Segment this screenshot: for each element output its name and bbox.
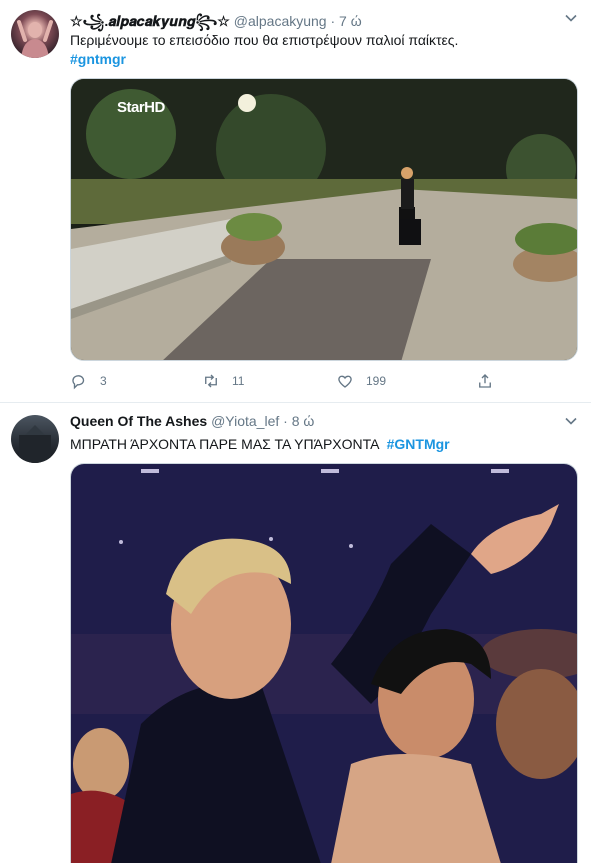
share-icon: [479, 374, 491, 388]
separator-dot: ·: [330, 13, 336, 29]
share-button[interactable]: [476, 372, 494, 390]
reply-count: 3: [100, 374, 107, 388]
media-watermark: StarHD: [117, 99, 165, 116]
like-count: 199: [366, 374, 387, 388]
tweet-media-image[interactable]: StarHD: [70, 78, 578, 361]
reply-button[interactable]: 3: [70, 372, 107, 390]
user-handle[interactable]: @alpacakyung: [234, 13, 327, 29]
reply-icon: [72, 375, 85, 390]
avatar[interactable]: [11, 10, 59, 58]
timestamp[interactable]: 8 ώ: [292, 413, 315, 429]
retweet-button[interactable]: 11: [202, 372, 244, 390]
tweet-header: Queen Of The Ashes @Yiota_lef · 8 ώ: [70, 413, 314, 429]
display-name[interactable]: Queen Of The Ashes: [70, 413, 207, 429]
avatar[interactable]: [11, 415, 59, 463]
chevron-down-icon[interactable]: [565, 12, 577, 24]
tweet-text: ΜΠΡΑΤΗ ΆΡΧΟΝΤΑ ΠΑΡΕ ΜΑΣ ΤΑ ΥΠΆΡΧΟΝΤΑ: [70, 436, 379, 452]
display-name[interactable]: ☆꧁.𝒂𝒍𝒑𝒂𝒄𝒂𝒌𝒚𝒖𝒏𝒈꧂☆: [70, 13, 230, 29]
tweet[interactable]: Queen Of The Ashes @Yiota_lef · 8 ώ ΜΠΡΑ…: [0, 403, 591, 863]
tweet-actions: 3 11 199: [70, 372, 500, 392]
tweet[interactable]: ☆꧁.𝒂𝒍𝒑𝒂𝒄𝒂𝒌𝒚𝒖𝒏𝒈꧂☆ @alpacakyung · 7 ώ Περι…: [0, 0, 591, 402]
separator-dot: ·: [283, 413, 288, 429]
chevron-down-icon[interactable]: [565, 415, 577, 427]
tweet-text: Περιμένουμε το επεισόδιο που θα επιστρέψ…: [70, 32, 459, 48]
like-icon: [338, 375, 352, 388]
like-button[interactable]: 199: [336, 372, 386, 390]
user-handle[interactable]: @Yiota_lef: [211, 413, 279, 429]
timestamp[interactable]: 7 ώ: [339, 13, 362, 29]
retweet-icon: [205, 374, 217, 388]
hashtag-link[interactable]: #GNTMgr: [387, 436, 450, 452]
hashtag-link[interactable]: #gntmgr: [70, 50, 126, 69]
tweet-media-image[interactable]: [70, 463, 578, 863]
retweet-count: 11: [232, 374, 245, 388]
tweet-text-line: ΜΠΡΑΤΗ ΆΡΧΟΝΤΑ ΠΑΡΕ ΜΑΣ ΤΑ ΥΠΆΡΧΟΝΤΑ #GN…: [70, 435, 450, 454]
